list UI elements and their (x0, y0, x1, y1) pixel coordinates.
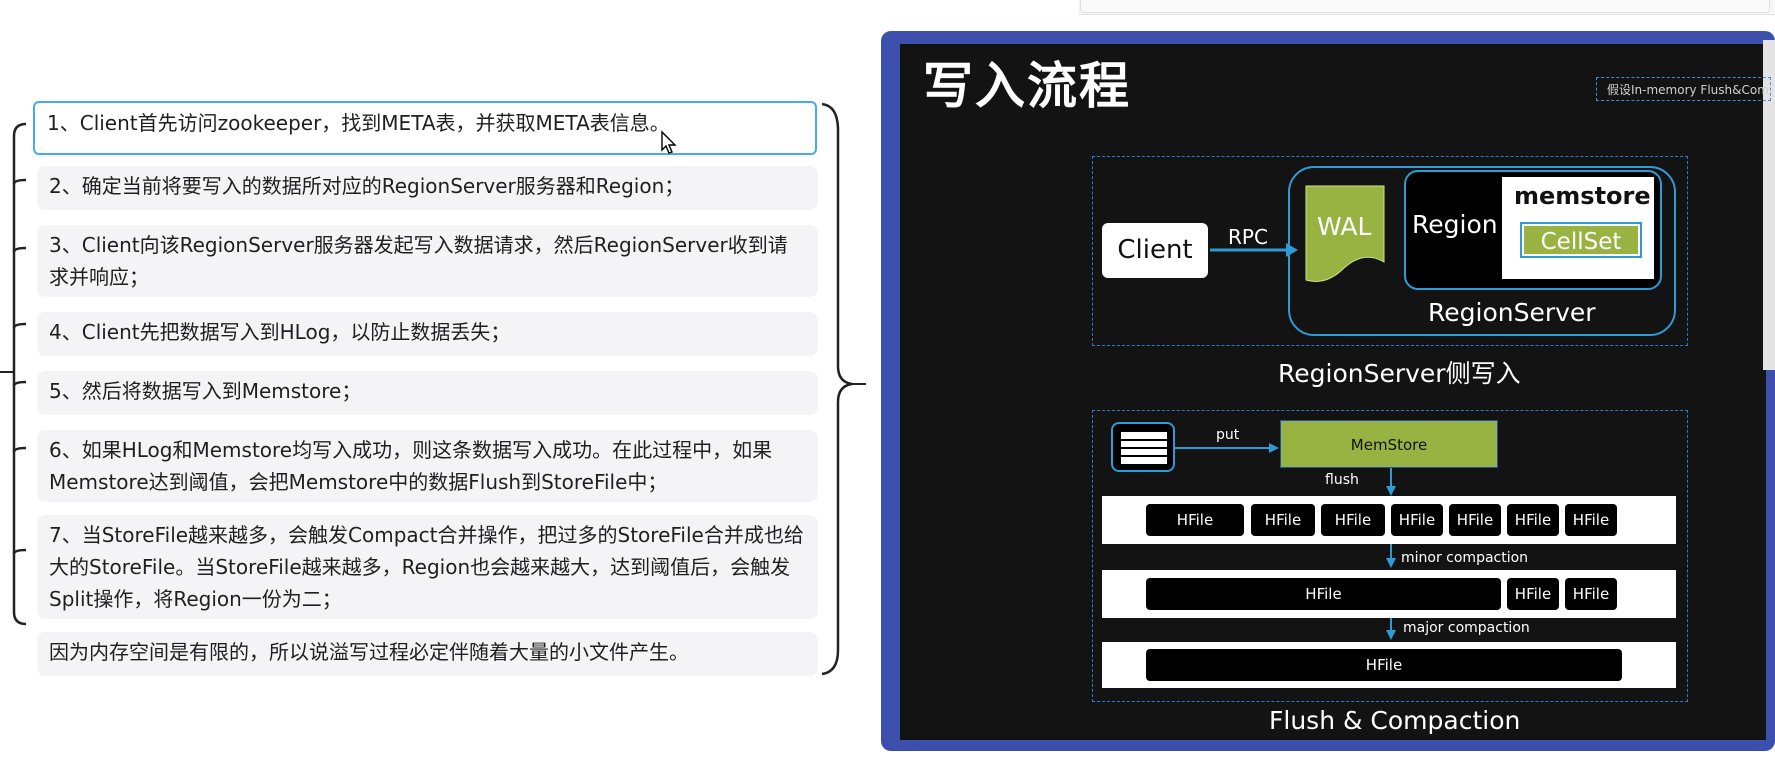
put-label: put (1216, 427, 1240, 443)
top-card-edge (1080, 0, 1770, 13)
outline-item[interactable]: 5、然后将数据写入到Memstore； (37, 371, 818, 415)
outline-item[interactable]: 3、Client向该RegionServer服务器发起写入数据请求，然后Regi… (37, 225, 818, 297)
log-document-icon (1111, 422, 1175, 472)
outline-item[interactable]: 7、当StoreFile越来越多，会触发Compact合并操作，把过多的Stor… (37, 515, 818, 619)
outline-item-text: 因为内存空间是有限的，所以说溢写过程必定伴随着大量的小文件产生。 (49, 640, 689, 664)
memstore-label: memstore (1514, 182, 1651, 210)
hfile-block: HFile (1146, 578, 1501, 610)
slide-title: 写入流程 (923, 57, 1131, 115)
hfile-block: HFile (1146, 649, 1622, 681)
hfile-block: HFile (1507, 504, 1559, 536)
slide-note: 假设In-memory Flush&Compaction (1596, 77, 1771, 101)
hfile-block: HFile (1565, 504, 1617, 536)
hfile-block: HFile (1251, 504, 1315, 536)
region-label: Region (1412, 210, 1498, 239)
hfile-block: HFile (1449, 504, 1501, 536)
client-box: Client (1102, 223, 1208, 278)
hfile-block: HFile (1507, 578, 1559, 610)
hfile-block: HFile (1146, 504, 1244, 536)
outline-item[interactable]: 1、Client首先访问zookeeper，找到META表，并获取META表信息… (33, 101, 817, 155)
regionserver-label: RegionServer (1428, 298, 1596, 327)
outline-item[interactable]: 2、确定当前将要写入的数据所对应的RegionServer服务器和Region； (37, 166, 818, 210)
outline-item-text: 2、确定当前将要写入的数据所对应的RegionServer服务器和Region； (49, 174, 685, 198)
diagram2-caption: Flush & Compaction (1269, 706, 1521, 735)
flush-label: flush (1325, 472, 1359, 488)
rpc-label: RPC (1228, 225, 1268, 249)
hfile-block: HFile (1565, 578, 1617, 610)
cellset-box: CellSet (1520, 222, 1642, 258)
minor-compaction-label: minor compaction (1401, 550, 1529, 566)
outline-item-text: 5、然后将数据写入到Memstore； (49, 379, 362, 403)
memstore-box: MemStore (1280, 420, 1498, 468)
wal-label: WAL (1317, 212, 1372, 241)
outline-item-text: 6、如果HLog和Memstore均写入成功，则这条数据写入成功。在此过程中，如… (49, 438, 773, 494)
outline-item[interactable]: 因为内存空间是有限的，所以说溢写过程必定伴随着大量的小文件产生。 (37, 632, 818, 676)
hfile-block: HFile (1321, 504, 1385, 536)
flush-arrow-icon (1386, 468, 1396, 496)
hfile-block: HFile (1391, 504, 1443, 536)
outline-item-text: 4、Client先把数据写入到HLog，以防止数据丢失； (49, 320, 511, 344)
major-compaction-label: major compaction (1403, 620, 1530, 636)
outline-item-text: 7、当StoreFile越来越多，会触发Compact合并操作，把过多的Stor… (49, 523, 804, 611)
outline-item[interactable]: 6、如果HLog和Memstore均写入成功，则这条数据写入成功。在此过程中，如… (37, 430, 818, 502)
diagram1-caption: RegionServer侧写入 (1278, 359, 1521, 388)
outline-item-text: 3、Client向该RegionServer服务器发起写入数据请求，然后Regi… (49, 233, 788, 289)
minor-compaction-arrow-icon (1386, 544, 1396, 568)
text-cursor-icon (661, 130, 677, 154)
outline-item[interactable]: 4、Client先把数据写入到HLog，以防止数据丢失； (37, 312, 818, 356)
outline-item-text: 1、Client首先访问zookeeper，找到META表，并获取META表信息… (47, 111, 670, 135)
major-compaction-arrow-icon (1386, 618, 1396, 640)
